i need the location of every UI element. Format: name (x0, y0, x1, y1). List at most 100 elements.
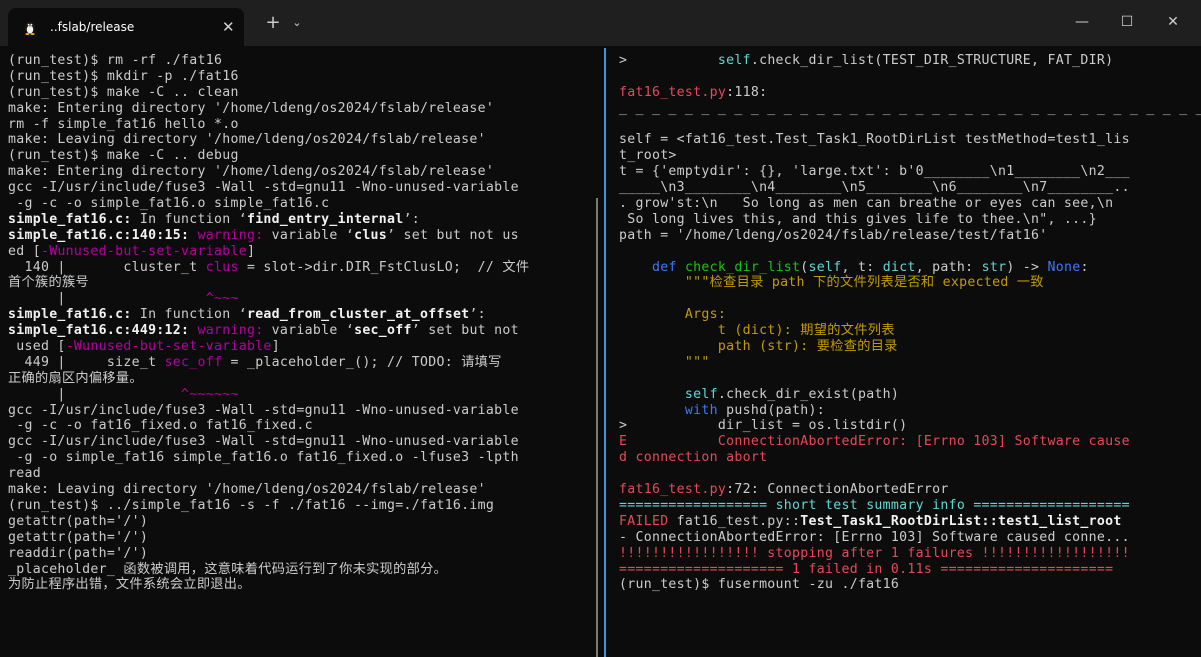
terminal-text: clus (354, 227, 388, 243)
terminal-output: > self.check_dir_list(TEST_DIR_STRUCTURE… (619, 53, 1201, 593)
terminal-text: gcc -I/usr/include/fuse3 -Wall -std=gnu1… (8, 434, 519, 450)
terminal-text: | (8, 291, 206, 307)
terminal-text: ================== (619, 497, 776, 513)
terminal-text: ed [ (8, 243, 41, 259)
terminal-text: .check_dir_list(TEST_DIR_STRUCTURE, FAT_… (750, 53, 1114, 68)
terminal-text: variable ‘ (263, 227, 355, 243)
terminal-output: (run_test)$ rm -rf ./fat16 (run_test)$ mk… (8, 53, 529, 593)
terminal-line: !!!!!!!!!!!!!!!!! stopping after 1 failu… (619, 546, 1201, 562)
terminal-text: :72: ConnectionAbortedError (726, 482, 949, 498)
terminal-text: . grow'st:\n So long as men can breathe … (619, 196, 1114, 212)
terminal-line: _____\n3________\n4________\n5________\n… (619, 180, 1201, 196)
new-tab-button[interactable]: + (262, 12, 284, 34)
terminal-line: gcc -I/usr/include/fuse3 -Wall -std=gnu1… (8, 180, 529, 196)
terminal-text: 正确的扇区内偏移量。 (8, 370, 143, 386)
terminal-text: pushd(path): (717, 402, 826, 418)
terminal-line: t = {'emptydir': {}, 'large.txt': b'0___… (619, 164, 1201, 180)
terminal-text: - ConnectionAbortedError: [Errno 103] So… (619, 529, 1130, 545)
terminal-text: : (1080, 259, 1089, 275)
terminal-text: check_dir_list (684, 259, 801, 275)
close-tab-icon[interactable]: ✕ (222, 8, 235, 46)
terminal-text: t (dict): 期望的文件列表 (717, 323, 895, 339)
terminal-text: """ (684, 354, 710, 370)
terminal-line: | ^~~~ (8, 291, 529, 307)
tab-fslab-release[interactable]: ..fslab/release ✕ (8, 8, 244, 46)
terminal-text: self = <fat16_test.Test_Task1_RootDirLis… (619, 132, 1130, 148)
terminal-text: .check_dir_exist(path) (717, 386, 900, 402)
terminal-text: def (651, 259, 677, 275)
terminal-text: _placeholder_ 函数被调用，这意味着代码运行到了你未实现的部分。 (8, 561, 448, 577)
terminal-text: gcc -I/usr/include/fuse3 -Wall -std=gnu1… (8, 402, 519, 418)
terminal-line: - ConnectionAbortedError: [Errno 103] So… (619, 530, 1201, 546)
terminal-text: ^~~~ (205, 291, 239, 307)
terminal-line: -g -c -o fat16_fixed.o fat16_fixed.c (8, 418, 529, 434)
terminal-text: :118: (726, 84, 768, 100)
terminal-text: short test summary info (775, 497, 966, 513)
terminal-line: . grow'st:\n So long as men can breathe … (619, 196, 1201, 212)
terminal-line: make: Leaving directory '/home/ldeng/os2… (8, 482, 529, 498)
terminal-line: path (str): 要检查的目录 (619, 339, 1201, 355)
terminal-text: > (619, 53, 718, 68)
terminal-text: make: Leaving directory '/home/ldeng/os2… (8, 132, 486, 148)
terminal-line: (run_test)$ make -C .. clean (8, 85, 529, 101)
terminal-line: 为防止程序出错，文件系统会立即退出。 (8, 577, 529, 593)
terminal-text: path = '/home/ldeng/os2024/fslab/release… (619, 227, 1048, 243)
terminal-line: read (8, 466, 529, 482)
terminal-text: dict (882, 259, 916, 275)
terminal-text: ’: (403, 211, 420, 227)
terminal-line: _placeholder_ 函数被调用，这意味着代码运行到了你未实现的部分。 (8, 562, 529, 578)
terminal-text: used [ (8, 339, 66, 355)
pane-divider[interactable] (604, 48, 606, 657)
terminal-line: _ _ _ _ _ _ _ _ _ _ _ _ _ _ _ _ _ _ _ _ … (619, 101, 1201, 117)
terminal-text: gcc -I/usr/include/fuse3 -Wall -std=gnu1… (8, 180, 519, 196)
terminal-text: , t: (841, 259, 883, 275)
terminal-text: (run_test)$ make -C .. debug (8, 148, 239, 164)
terminal-text: warning: (189, 323, 264, 339)
terminal-line: ed [-Wunused-but-set-variable] (8, 244, 529, 260)
terminal-pane-right[interactable]: > self.check_dir_list(TEST_DIR_STRUCTURE… (609, 48, 1201, 657)
chevron-down-icon[interactable]: ⌄ (288, 12, 306, 34)
terminal-text: ’ set but not us (387, 227, 519, 243)
terminal-line: E ConnectionAbortedError: [Errno 103] So… (619, 434, 1201, 450)
terminal-line: readdir(path='/') (8, 546, 529, 562)
terminal-line: t (dict): 期望的文件列表 (619, 323, 1201, 339)
minimize-button[interactable]: — (1059, 0, 1105, 46)
terminal-text: readdir(path='/') (8, 545, 149, 561)
terminal-line: > dir_list = os.listdir() (619, 418, 1201, 434)
terminal-line: getattr(path='/') (8, 530, 529, 546)
terminal-text: =================== (965, 497, 1130, 513)
terminal-pane-left[interactable]: (run_test)$ rm -rf ./fat16 (run_test)$ mk… (0, 48, 602, 657)
terminal-line: simple_fat16.c:140:15: warning: variable… (8, 228, 529, 244)
terminal-line: simple_fat16.c:449:12: warning: variable… (8, 323, 529, 339)
scrollbar[interactable] (596, 198, 598, 657)
tab-title: ..fslab/release (50, 20, 135, 34)
terminal-text: | (8, 386, 182, 402)
terminal-text: ’: (469, 307, 486, 323)
terminal-line: fat16_test.py:72: ConnectionAbortedError (619, 482, 1201, 498)
terminal-text: FAILED (619, 513, 669, 529)
terminal-line: gcc -I/usr/include/fuse3 -Wall -std=gnu1… (8, 403, 529, 419)
terminal-text: (run_test)$ rm -rf ./fat16 (8, 53, 223, 68)
terminal-line: 140 | cluster_t clus = slot->dir.DIR_Fst… (8, 260, 529, 276)
terminal-text: variable ‘ (263, 323, 355, 339)
terminal-line: (run_test)$ rm -rf ./fat16 (8, 53, 529, 69)
close-window-button[interactable]: ✕ (1150, 0, 1196, 46)
terminal-line: make: Leaving directory '/home/ldeng/os2… (8, 132, 529, 148)
terminal-text: So long lives this, and this gives life … (619, 211, 1097, 227)
terminal-text: In function ‘ (131, 307, 247, 323)
maximize-button[interactable]: ☐ (1104, 0, 1150, 46)
terminal-text: read (8, 466, 41, 482)
terminal-line: """ (619, 355, 1201, 371)
terminal-text: ’ set but not (411, 323, 519, 339)
terminal-text: rm -f simple_fat16 hello *.o (8, 116, 239, 132)
terminal-text: (run_test)$ make -C .. clean (8, 84, 239, 100)
